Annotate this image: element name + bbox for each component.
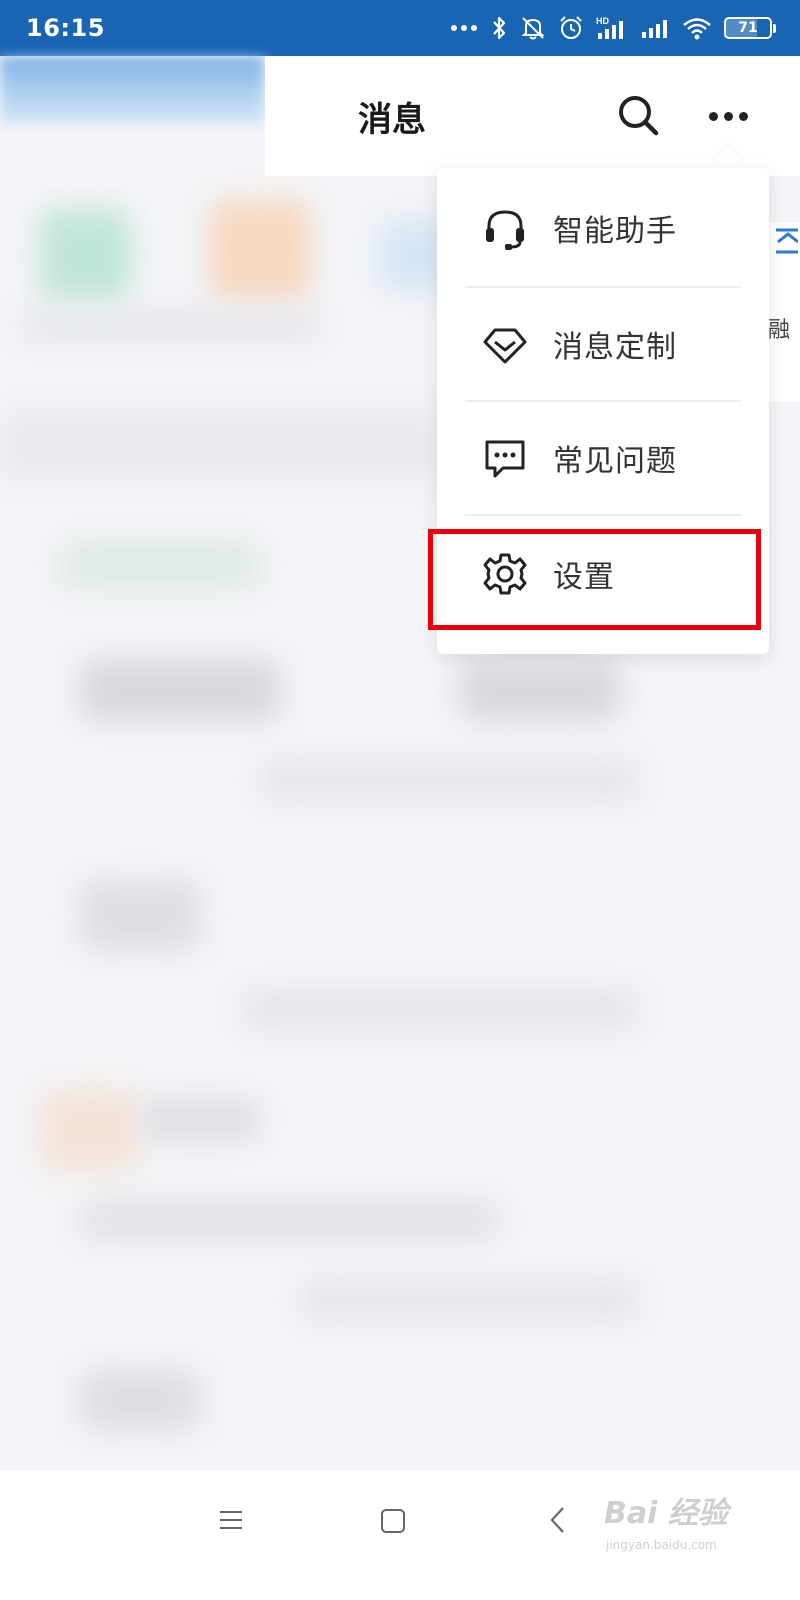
svg-text:HD: HD [596,16,609,26]
edge-icon [776,228,798,254]
signal-icon [642,20,667,38]
search-icon [619,96,659,136]
search-button[interactable] [615,92,661,138]
status-bar: 16:15 HD 71 [0,0,800,56]
headset-icon [486,210,524,250]
battery-level: 71 [738,20,758,36]
menu-item-label: 常见问题 [553,444,677,479]
diamond-icon [483,328,527,364]
status-icons: HD 71 [450,15,776,41]
notifications-off-icon [521,17,545,40]
watermark-logo: Bai 经验 jingyan.baidu.com [600,1482,760,1572]
back-icon[interactable] [548,1506,566,1534]
bluetooth-icon [493,16,506,40]
more-dots-icon [451,25,477,31]
menu-item-customize[interactable]: 消息定制 [437,288,769,400]
wifi-icon [683,18,711,40]
menu-divider [465,514,741,516]
hd-signal-icon: HD [596,16,623,39]
page-title: 消息 [358,100,426,140]
home-icon[interactable] [380,1508,406,1534]
menu-icon[interactable] [218,1508,244,1532]
battery-icon: 71 [724,17,776,39]
watermark-sub: jingyan.baidu.com [606,1538,717,1552]
menu-item-label: 智能助手 [553,214,677,249]
edge-text: 融 [768,318,791,343]
menu-item-label: 消息定制 [553,330,677,365]
more-icon [708,111,718,121]
watermark-main: Bai 经验 [604,1496,728,1531]
more-button[interactable] [700,94,756,138]
highlight-box [428,529,761,630]
menu-item-faq[interactable]: 常见问题 [437,402,769,514]
status-time: 16:15 [26,14,105,42]
alarm-icon [560,16,582,39]
chat-bubble-icon [485,440,525,478]
blurred-header-left [0,56,265,126]
menu-item-assistant[interactable]: 智能助手 [437,172,769,284]
